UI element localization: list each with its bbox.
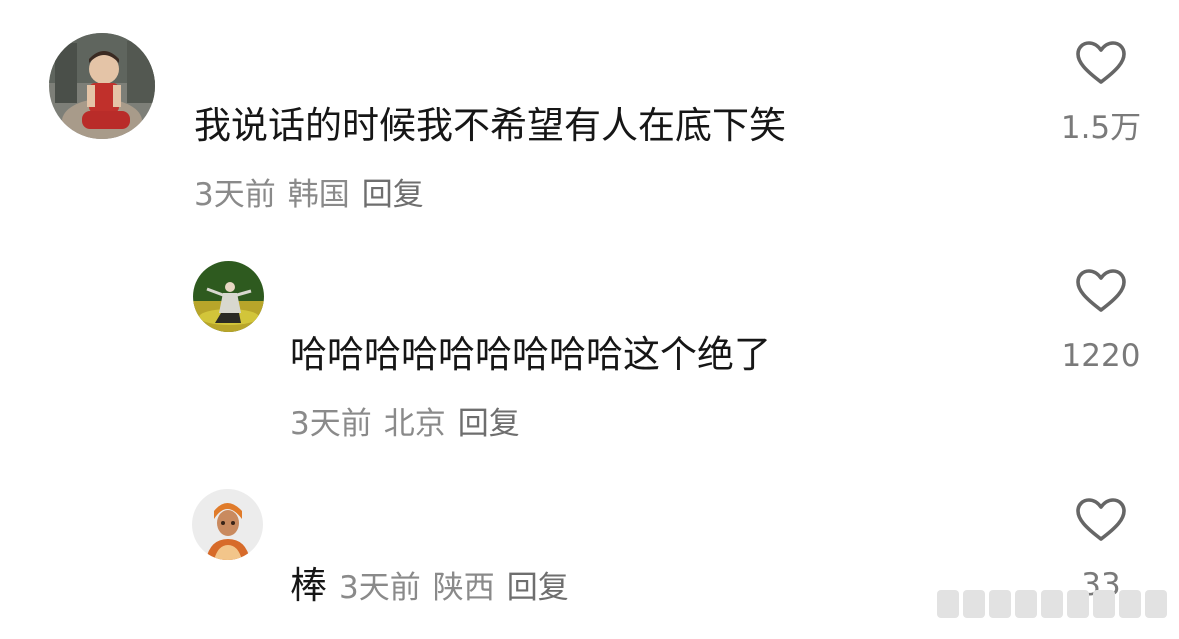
reply-button[interactable]: 回复 — [362, 177, 424, 213]
avatar-user-2[interactable] — [193, 261, 264, 332]
like-count: 1220 — [1061, 338, 1141, 374]
reply-button[interactable]: 回复 — [507, 570, 569, 606]
like-button[interactable]: 1.5万 — [1051, 40, 1151, 148]
comment-text: 棒 — [290, 564, 327, 607]
heart-outline-icon — [1076, 498, 1126, 541]
avatar-user-3[interactable] — [192, 489, 263, 560]
comment-location: 北京 — [383, 406, 446, 442]
dancer-on-grass-avatar-icon — [193, 261, 264, 332]
comment-location: 韩国 — [287, 177, 350, 213]
comment-location: 陕西 — [432, 570, 495, 606]
reply-button[interactable]: 回复 — [458, 406, 520, 442]
watermark-logo — [937, 587, 1167, 621]
comment-time: 3天前 — [339, 570, 421, 606]
like-button[interactable]: 1220 — [1051, 268, 1151, 376]
heart-outline-icon — [1076, 41, 1126, 84]
comment-meta: 3天前 北京 回复 — [290, 404, 532, 444]
heart-outline-icon — [1076, 269, 1126, 312]
like-count: 1.5万 — [1060, 110, 1142, 146]
child-photo-avatar-icon — [49, 33, 155, 139]
person-headscarf-avatar-icon — [192, 489, 263, 560]
comment-meta: 3天前 韩国 回复 — [194, 175, 436, 215]
avatar-user-1[interactable] — [49, 33, 155, 139]
comment-text: 我说话的时候我不希望有人在底下笑 — [194, 104, 786, 147]
comment-row-inline: 棒 3天前 陕西 回复 — [290, 563, 581, 611]
comment-time: 3天前 — [290, 406, 372, 442]
comment-text: 哈哈哈哈哈哈哈哈哈这个绝了 — [290, 333, 771, 376]
comment-time: 3天前 — [194, 177, 276, 213]
